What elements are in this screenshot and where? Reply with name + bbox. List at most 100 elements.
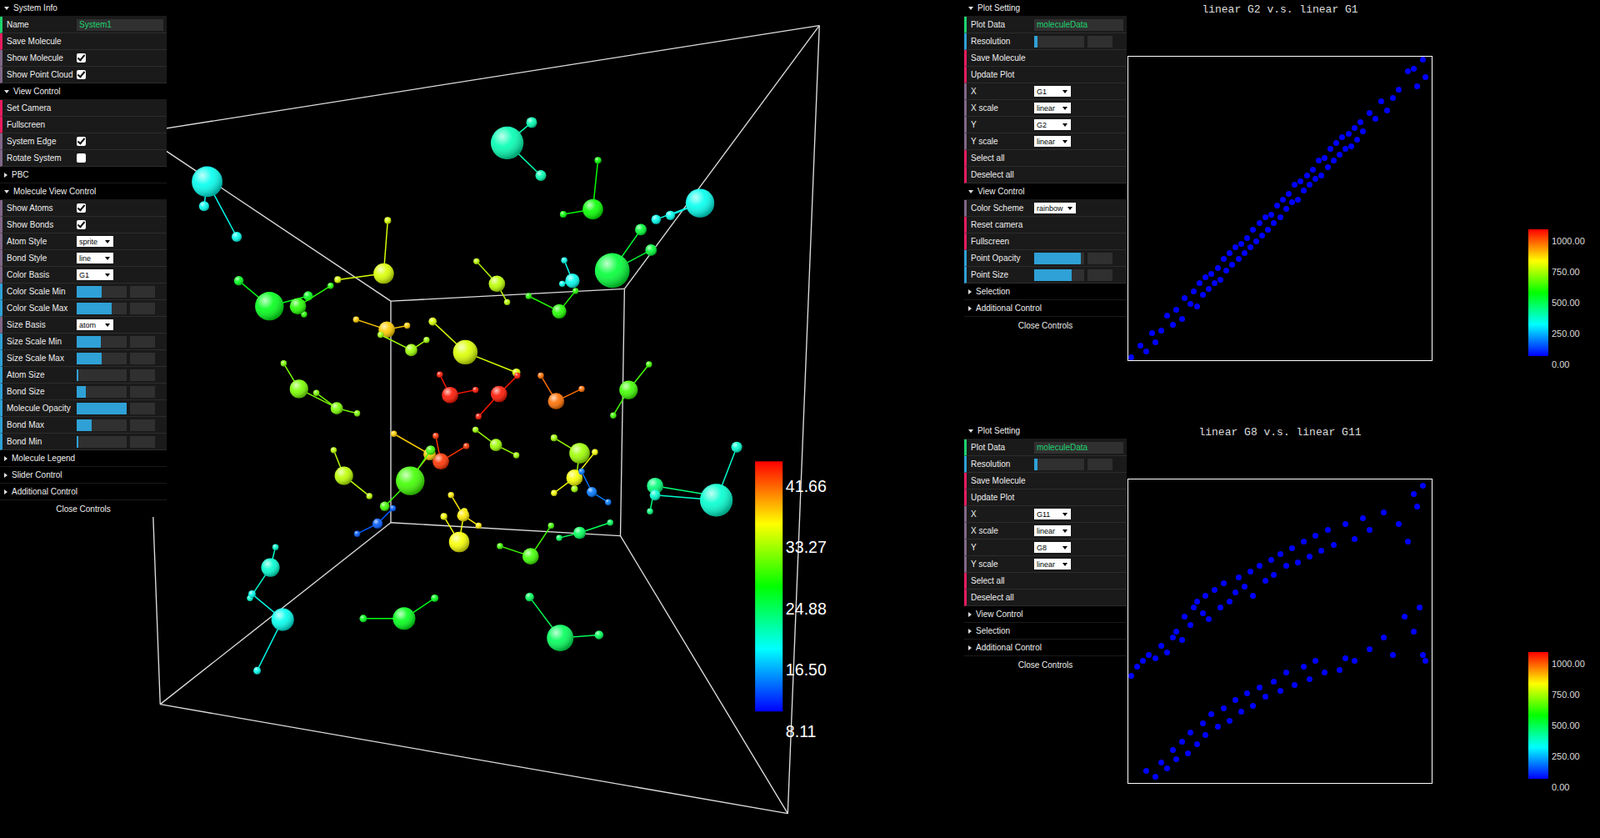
number-field[interactable] bbox=[130, 352, 155, 365]
data-point[interactable] bbox=[1256, 562, 1263, 569]
data-point[interactable] bbox=[1357, 119, 1364, 125]
dropdown[interactable]: linear bbox=[1034, 135, 1071, 147]
control-label[interactable]: Fullscreen bbox=[6, 120, 45, 130]
number-field[interactable] bbox=[130, 385, 155, 398]
checkbox[interactable] bbox=[76, 136, 86, 146]
control[interactable] bbox=[76, 335, 164, 348]
data-point[interactable] bbox=[1170, 634, 1176, 640]
control-label[interactable]: Reset camera bbox=[970, 220, 1023, 230]
select-row[interactable]: Atom Stylesprite bbox=[0, 233, 167, 250]
slider-track[interactable] bbox=[1034, 269, 1085, 281]
data-point[interactable] bbox=[1310, 166, 1316, 173]
data-point[interactable] bbox=[1158, 327, 1165, 334]
dropdown[interactable]: linear bbox=[1034, 102, 1071, 114]
button-row[interactable]: Save Molecule bbox=[964, 472, 1127, 490]
folder-label[interactable]: View Control bbox=[13, 86, 61, 96]
control[interactable] bbox=[76, 352, 164, 365]
data-point[interactable] bbox=[1318, 547, 1325, 554]
dropdown-value[interactable]: linear bbox=[1036, 526, 1055, 535]
folder-label[interactable]: Selection bbox=[975, 286, 1010, 296]
folder-title[interactable]: View Control bbox=[0, 83, 167, 100]
data-point[interactable] bbox=[1414, 503, 1420, 510]
folder-title[interactable]: Additional Control bbox=[0, 483, 167, 500]
data-point[interactable] bbox=[1295, 559, 1301, 565]
button-row[interactable]: Save Molecule bbox=[0, 33, 167, 50]
data-point[interactable] bbox=[1250, 226, 1256, 233]
data-point[interactable] bbox=[1285, 190, 1292, 197]
data-point[interactable] bbox=[1235, 574, 1242, 580]
control[interactable]: linear bbox=[1034, 525, 1124, 536]
control[interactable]: System1 bbox=[76, 19, 164, 31]
data-point[interactable] bbox=[1312, 657, 1319, 664]
folder-label[interactable]: Molecule Legend bbox=[11, 453, 75, 463]
slider-track[interactable] bbox=[76, 402, 127, 415]
checkbox[interactable] bbox=[76, 220, 86, 230]
close-controls-button[interactable]: Close Controls bbox=[0, 500, 167, 517]
dropdown-value[interactable]: linear bbox=[1036, 104, 1055, 113]
data-point[interactable] bbox=[1170, 746, 1176, 753]
data-point[interactable] bbox=[1306, 675, 1313, 682]
data-point[interactable] bbox=[1321, 155, 1328, 161]
slider-track[interactable] bbox=[76, 419, 127, 431]
button-row[interactable]: Select all bbox=[964, 572, 1127, 590]
slider-track[interactable] bbox=[76, 335, 127, 348]
data-point[interactable] bbox=[1152, 655, 1159, 661]
data-point[interactable] bbox=[1208, 710, 1215, 717]
data-point[interactable] bbox=[1205, 615, 1212, 622]
dropdown-arrow-icon[interactable] bbox=[105, 240, 110, 244]
data-point[interactable] bbox=[1366, 645, 1373, 652]
data-point[interactable] bbox=[1241, 583, 1248, 590]
close-controls-button[interactable]: Close Controls bbox=[964, 655, 1127, 673]
select-row[interactable]: X scalelinear bbox=[964, 522, 1127, 540]
dropdown-arrow-icon[interactable] bbox=[1062, 106, 1068, 110]
control-label[interactable]: Fullscreen bbox=[970, 236, 1010, 246]
dropdown[interactable]: G11 bbox=[1034, 508, 1071, 520]
data-point[interactable] bbox=[1274, 202, 1280, 209]
select-row[interactable]: XG1 bbox=[964, 83, 1127, 100]
data-point[interactable] bbox=[1244, 235, 1250, 241]
data-point[interactable] bbox=[1250, 592, 1256, 599]
data-point[interactable] bbox=[1211, 280, 1218, 286]
slider-row[interactable]: Bond Min bbox=[0, 433, 167, 450]
data-point[interactable] bbox=[1181, 295, 1188, 301]
data-point[interactable] bbox=[1265, 226, 1271, 233]
button-row[interactable]: Deselect all bbox=[964, 589, 1127, 606]
data-point[interactable] bbox=[1220, 255, 1227, 262]
data-point[interactable] bbox=[1268, 556, 1275, 563]
number-field[interactable] bbox=[1087, 252, 1113, 265]
data-point[interactable] bbox=[1405, 68, 1411, 75]
slider-row[interactable]: Bond Size bbox=[0, 383, 167, 400]
number-field[interactable] bbox=[1087, 458, 1113, 470]
data-point[interactable] bbox=[1390, 95, 1396, 101]
select-row[interactable]: Y scalelinear bbox=[964, 555, 1127, 573]
folder-label[interactable]: View Control bbox=[975, 609, 1024, 619]
slider-track[interactable] bbox=[1034, 252, 1085, 265]
folder-title[interactable]: Plot Setting bbox=[964, 422, 1127, 440]
data-point[interactable] bbox=[1196, 280, 1203, 286]
data-point[interactable] bbox=[1173, 755, 1180, 762]
folder-title[interactable]: Plot Setting bbox=[964, 0, 1127, 17]
data-point[interactable] bbox=[1291, 681, 1298, 688]
dropdown[interactable]: line bbox=[76, 252, 114, 264]
data-point[interactable] bbox=[1306, 553, 1313, 560]
data-point[interactable] bbox=[1330, 157, 1337, 164]
dropdown-value[interactable]: sprite bbox=[79, 237, 98, 246]
data-point[interactable] bbox=[1173, 306, 1180, 313]
data-point[interactable] bbox=[1283, 205, 1290, 212]
data-point[interactable] bbox=[1354, 136, 1360, 143]
data-point[interactable] bbox=[1339, 134, 1345, 140]
control[interactable] bbox=[76, 369, 164, 381]
slider-row[interactable]: Point Opacity bbox=[964, 250, 1127, 267]
data-point[interactable] bbox=[1295, 196, 1301, 203]
number-field[interactable] bbox=[130, 302, 155, 315]
data-point[interactable] bbox=[1137, 342, 1144, 349]
checkbox-row[interactable]: Show Bonds bbox=[0, 216, 167, 234]
scatter-plot[interactable] bbox=[1127, 55, 1433, 361]
data-point[interactable] bbox=[1325, 526, 1331, 533]
data-point[interactable] bbox=[1238, 708, 1245, 715]
control[interactable]: moleculeData bbox=[1034, 19, 1124, 31]
data-point[interactable] bbox=[1238, 240, 1245, 247]
data-point[interactable] bbox=[1291, 181, 1298, 188]
dropdown-arrow-icon[interactable] bbox=[1062, 140, 1068, 144]
data-point[interactable] bbox=[1318, 172, 1325, 179]
